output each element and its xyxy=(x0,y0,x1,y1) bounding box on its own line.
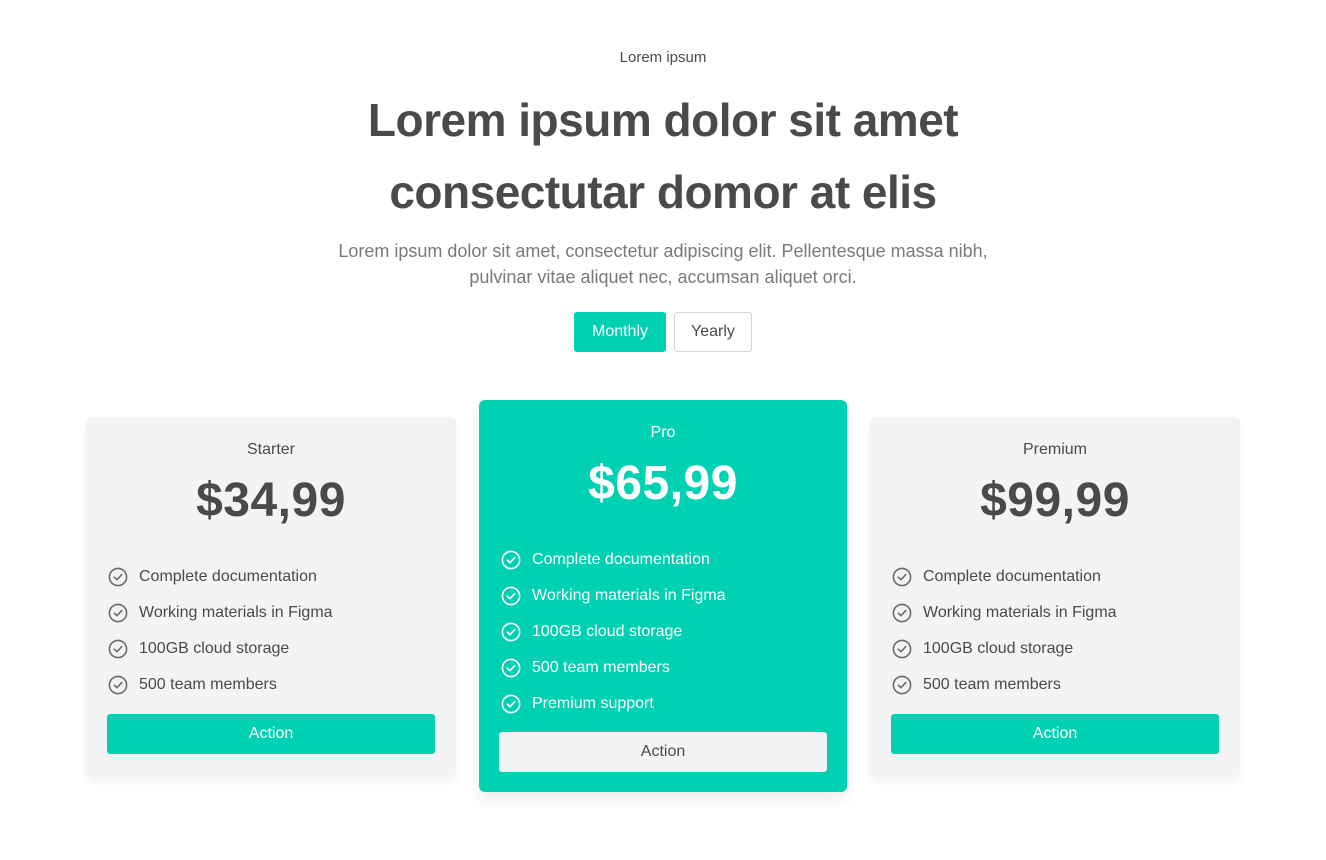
pro-action-button[interactable]: Action xyxy=(499,732,827,772)
feature-item: 500 team members xyxy=(501,650,726,686)
feature-list: Complete documentation Working materials… xyxy=(501,542,726,722)
check-circle-icon xyxy=(108,567,128,587)
feature-item: Complete documentation xyxy=(108,559,333,595)
feature-item: 100GB cloud storage xyxy=(108,631,333,667)
monthly-button[interactable]: Monthly xyxy=(574,312,666,352)
page-title-line-1: Lorem ipsum dolor sit amet xyxy=(367,94,959,146)
feature-label: Working materials in Figma xyxy=(532,587,726,604)
feature-label: 100GB cloud storage xyxy=(532,623,683,640)
plan-price: $99,99 xyxy=(980,474,1130,527)
feature-item: 500 team members xyxy=(108,667,333,703)
page-subtitle-line-2: pulvinar vitae aliquet nec, accumsan ali… xyxy=(469,267,857,287)
check-circle-icon xyxy=(501,622,521,642)
check-circle-icon xyxy=(108,639,128,659)
page-subtitle-line-1: Lorem ipsum dolor sit amet, consectetur … xyxy=(338,241,988,261)
plan-name: Premium xyxy=(1022,441,1087,458)
feature-item: 100GB cloud storage xyxy=(501,614,726,650)
feature-label: Working materials in Figma xyxy=(923,604,1117,621)
feature-label: Premium support xyxy=(532,695,654,712)
feature-item: Working materials in Figma xyxy=(892,595,1117,631)
feature-list: Complete documentation Working materials… xyxy=(108,559,333,703)
check-circle-icon xyxy=(501,694,521,714)
check-circle-icon xyxy=(501,658,521,678)
feature-label: Complete documentation xyxy=(532,551,710,568)
page-title: Lorem ipsum dolor sit amet consectutar d… xyxy=(0,84,1326,228)
yearly-button[interactable]: Yearly xyxy=(674,312,752,352)
billing-toggle: Monthly Yearly xyxy=(574,312,752,352)
plan-price: $65,99 xyxy=(588,457,738,510)
feature-label: Complete documentation xyxy=(923,568,1101,585)
feature-list: Complete documentation Working materials… xyxy=(892,559,1117,703)
feature-label: 100GB cloud storage xyxy=(139,640,290,657)
page-subtitle: Lorem ipsum dolor sit amet, consectetur … xyxy=(0,238,1326,290)
feature-label: 500 team members xyxy=(923,676,1061,693)
check-circle-icon xyxy=(892,639,912,659)
feature-item: Working materials in Figma xyxy=(501,578,726,614)
page-title-line-2: consectutar domor at elis xyxy=(389,166,937,218)
check-circle-icon xyxy=(501,586,521,606)
feature-item: Working materials in Figma xyxy=(108,595,333,631)
eyebrow-label: Lorem ipsum xyxy=(619,49,707,66)
check-circle-icon xyxy=(501,550,521,570)
feature-item: 100GB cloud storage xyxy=(892,631,1117,667)
plan-price: $34,99 xyxy=(196,474,346,527)
feature-label: Working materials in Figma xyxy=(139,604,333,621)
plan-card-starter: Starter $34,99 Complete documentation Wo… xyxy=(86,417,456,775)
check-circle-icon xyxy=(108,675,128,695)
feature-label: 500 team members xyxy=(139,676,277,693)
check-circle-icon xyxy=(108,603,128,623)
feature-item: 500 team members xyxy=(892,667,1117,703)
premium-action-button[interactable]: Action xyxy=(891,714,1219,754)
feature-label: Complete documentation xyxy=(139,568,317,585)
check-circle-icon xyxy=(892,603,912,623)
check-circle-icon xyxy=(892,675,912,695)
plan-card-pro: Pro $65,99 Complete documentation Workin… xyxy=(479,400,847,792)
plan-name: Starter xyxy=(246,441,295,458)
feature-item: Complete documentation xyxy=(892,559,1117,595)
feature-item: Complete documentation xyxy=(501,542,726,578)
starter-action-button[interactable]: Action xyxy=(107,714,435,754)
plan-card-premium: Premium $99,99 Complete documentation Wo… xyxy=(870,417,1240,775)
check-circle-icon xyxy=(892,567,912,587)
pricing-page: Lorem ipsum Lorem ipsum dolor sit amet c… xyxy=(0,0,1326,860)
plan-name: Pro xyxy=(650,424,676,441)
feature-label: 100GB cloud storage xyxy=(923,640,1074,657)
feature-item: Premium support xyxy=(501,686,726,722)
feature-label: 500 team members xyxy=(532,659,670,676)
